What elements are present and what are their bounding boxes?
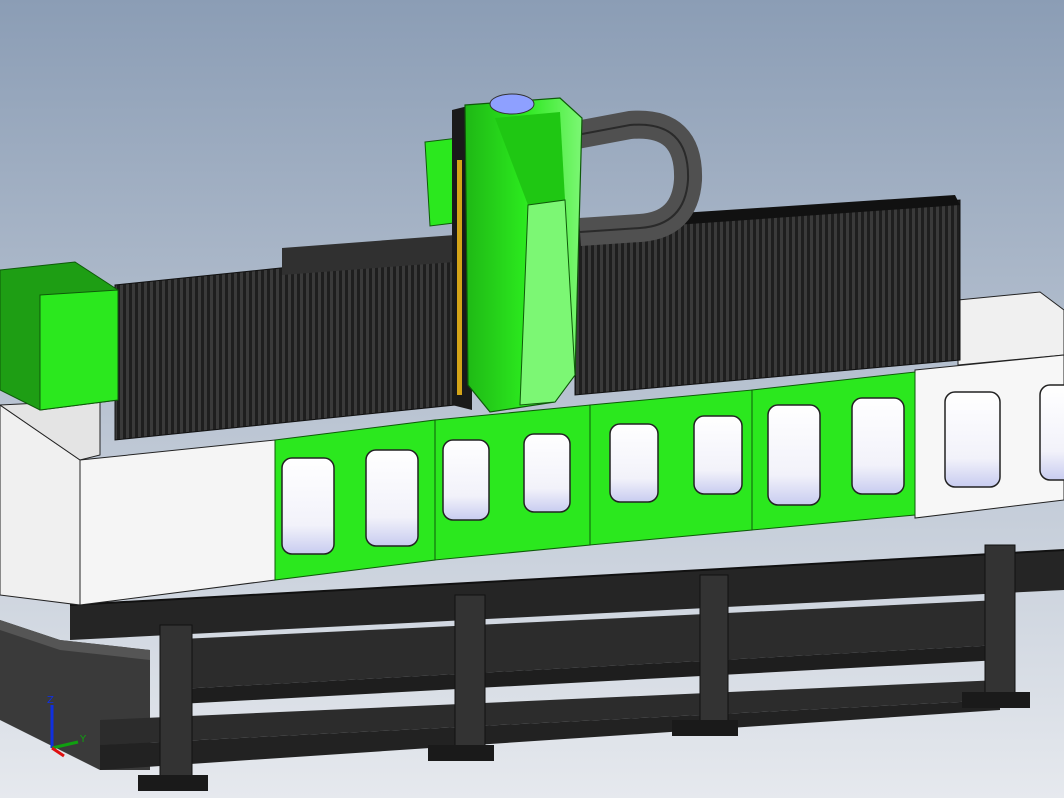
foot-2: [428, 745, 494, 761]
panel-window: [281, 457, 335, 555]
panel-window: [609, 423, 659, 503]
leg-2: [454, 594, 486, 756]
panel-window: [693, 415, 743, 495]
spindle-column-lower: [519, 199, 576, 406]
spindle-motor-cap: [489, 93, 535, 115]
panel-window: [523, 433, 571, 513]
foot-4: [962, 692, 1030, 708]
panel-window: [365, 449, 419, 547]
cad-viewport[interactable]: Z Y: [0, 0, 1064, 798]
cnc-gantry-model[interactable]: Z Y: [0, 0, 1064, 798]
leg-3: [699, 574, 729, 726]
leg-1: [159, 624, 193, 786]
spindle-head: [452, 93, 583, 413]
panel-window: [851, 397, 905, 495]
body-right-top: [957, 291, 1064, 366]
foot-3: [672, 720, 738, 736]
body-front-left-panel: [79, 439, 276, 606]
foot-1: [138, 775, 208, 791]
right-window-2: [1039, 384, 1064, 481]
triad-z-label: Z: [47, 695, 54, 706]
z-linear-rail: [457, 160, 462, 395]
panel-window: [442, 439, 490, 521]
left-motor-front: [39, 289, 119, 411]
leg-4: [984, 544, 1016, 696]
triad-y-label: Y: [79, 734, 87, 745]
panel-window: [767, 404, 821, 506]
right-window-1: [944, 391, 1001, 488]
